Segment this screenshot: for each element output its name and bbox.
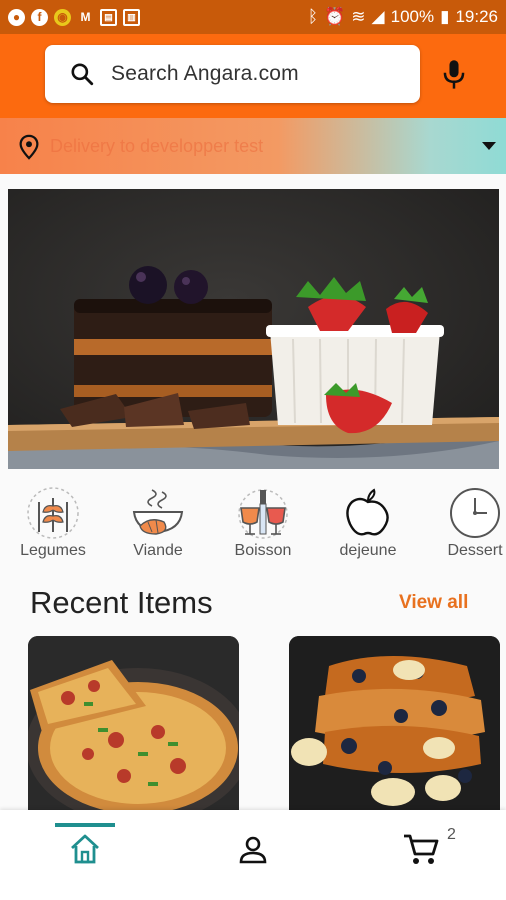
dropdown-caret-icon[interactable] [482,142,496,150]
signal-icon: ◢ [371,7,385,26]
status-bar: ● f ◉ M ▤ ▥ ᛒ ⏰ ≋ ◢ 100% ▮ 19:26 [0,0,506,34]
cake-illustration [8,189,499,469]
app-header: Search Angara.com [0,34,506,118]
wheat-icon [27,487,79,539]
category-legumes[interactable]: Legumes [8,478,98,560]
french-toast-image [289,636,500,810]
cart-badge-count: 2 [447,826,456,843]
category-dejeune[interactable]: dejeune [323,478,413,560]
category-dessert[interactable]: Dessert [430,478,506,560]
category-label: Boisson [234,542,292,559]
bottom-navigation: 2 [0,810,506,900]
delivery-selector[interactable]: Delivery to developper test [0,118,506,174]
category-label: Legumes [20,542,86,559]
food-bowl-icon [132,489,184,535]
sim-icon: ▤ [100,8,117,26]
item-card-pizza[interactable] [28,636,239,810]
bluetooth-icon: ᛒ [307,7,319,26]
status-right: ᛒ ⏰ ≋ ◢ 100% ▮ 19:26 [308,7,498,27]
drinks-icon [238,489,288,539]
cart-icon[interactable] [402,832,440,866]
active-tab-indicator [55,823,115,827]
apple-icon [346,488,389,536]
category-label: Viande [133,542,183,559]
category-list: Legumes Viande Boisson dejeune Dessert [0,478,506,568]
status-time: 19:26 [455,7,498,26]
app-notification-icon: ◉ [54,8,71,26]
facebook-icon: f [31,8,48,26]
clipboard-icon: ▥ [123,8,140,26]
battery-icon: ▮ [440,7,450,26]
home-icon[interactable] [68,832,102,866]
wifi-icon: ≋ [351,7,366,26]
clock-icon [450,488,500,538]
search-placeholder: Search Angara.com [111,62,299,85]
section-title: Recent Items [30,585,213,620]
battery-percent: 100% [390,7,435,26]
delivery-address: Delivery to developper test [50,136,264,156]
search-icon [71,63,94,86]
category-boisson[interactable]: Boisson [218,478,308,560]
category-label: dejeune [339,542,397,559]
hero-banner-image[interactable] [8,189,499,469]
gmail-icon: M [80,10,91,24]
location-pin-icon [19,134,39,160]
view-all-link[interactable]: View all [399,592,468,614]
category-label: Dessert [447,542,503,559]
pizza-image [28,636,239,810]
app-screen: ● f ◉ M ▤ ▥ ᛒ ⏰ ≋ ◢ 100% ▮ 19:26 Search … [0,0,506,900]
search-input[interactable]: Search Angara.com [45,45,420,103]
profile-icon[interactable] [237,834,269,866]
alarm-icon: ⏰ [324,7,346,26]
category-viande[interactable]: Viande [113,478,203,560]
notification-icon: ● [8,8,25,26]
microphone-icon[interactable] [440,58,468,92]
item-card-french-toast[interactable] [289,636,500,810]
status-left: ● f ◉ M ▤ ▥ [8,8,140,26]
